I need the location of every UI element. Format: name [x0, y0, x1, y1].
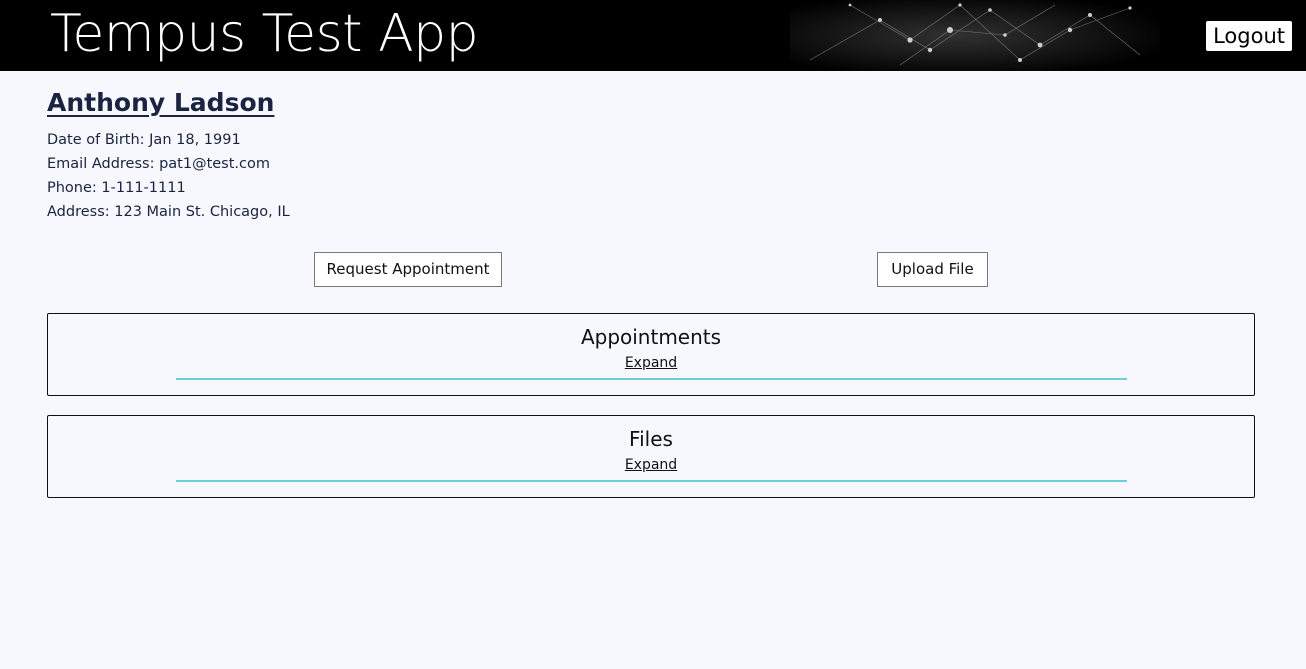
- appointments-expand-link[interactable]: Expand: [625, 355, 677, 371]
- network-graphic-decoration: [790, 0, 1160, 71]
- appointments-title: Appointments: [580, 325, 722, 349]
- email-address: Email Address: pat1@test.com: [47, 156, 271, 172]
- files-divider: [176, 480, 1127, 482]
- patient-details: Date of Birth: Jan 18, 1991 Email Addres…: [47, 128, 290, 224]
- files-title: Files: [629, 427, 673, 451]
- date-of-birth: Date of Birth: Jan 18, 1991: [47, 132, 241, 148]
- phone-number: Phone: 1-111-1111: [47, 180, 186, 196]
- upload-file-button[interactable]: Upload File: [877, 252, 988, 287]
- patient-name: Anthony Ladson: [47, 88, 275, 117]
- appointments-divider: [176, 378, 1127, 380]
- request-appointment-button[interactable]: Request Appointment: [314, 252, 502, 287]
- address: Address: 123 Main St. Chicago, IL: [47, 204, 290, 220]
- app-title: Tempus Test App: [50, 4, 479, 64]
- appointments-panel: Appointments Expand: [47, 313, 1255, 396]
- logout-button[interactable]: Logout: [1206, 21, 1292, 51]
- app-header: Tempus Test App Logout: [0, 0, 1306, 71]
- files-expand-link[interactable]: Expand: [625, 457, 677, 473]
- files-panel: Files Expand: [47, 415, 1255, 498]
